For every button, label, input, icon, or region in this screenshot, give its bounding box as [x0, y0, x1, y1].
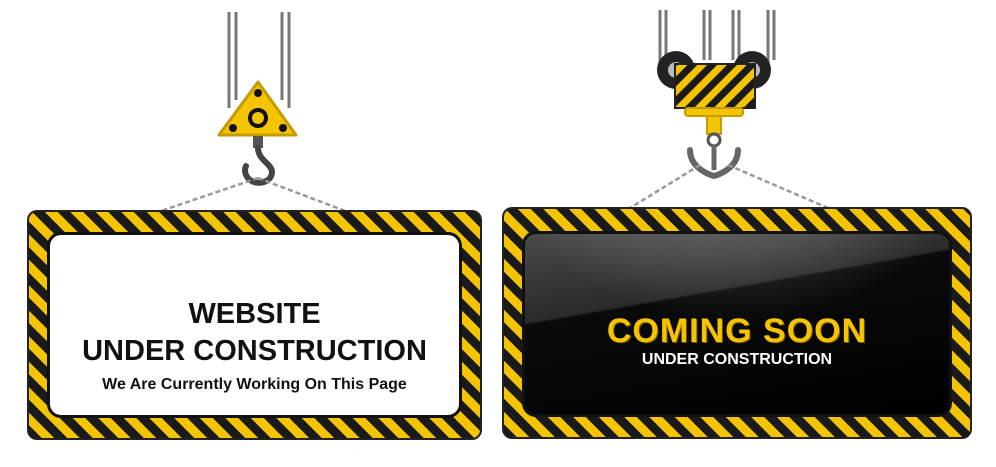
panel-gloss	[525, 234, 949, 324]
sign-heading: WEBSITE	[188, 298, 321, 330]
anchor-hook-icon	[657, 51, 771, 180]
coming-soon-subheading: UNDER CONSTRUCTION	[641, 351, 833, 368]
sign-panel-black: COMING SOON UNDER CONSTRUCTION	[522, 231, 952, 417]
sign-panel-white: WEBSITE UNDER CONSTRUCTION We Are Curren…	[47, 232, 462, 418]
crane-hook-icon	[217, 80, 298, 186]
coming-soon-heading: COMING SOON	[606, 312, 868, 350]
sign-subheading: UNDER CONSTRUCTION	[82, 335, 427, 367]
coming-soon-sign: COMING SOON UNDER CONSTRUCTION	[502, 207, 972, 439]
sign-message: We Are Currently Working On This Page	[102, 376, 407, 393]
website-under-construction-sign: WEBSITE UNDER CONSTRUCTION We Are Curren…	[27, 210, 482, 440]
construction-signs-scene: WEBSITE UNDER CONSTRUCTION We Are Curren…	[0, 0, 996, 467]
